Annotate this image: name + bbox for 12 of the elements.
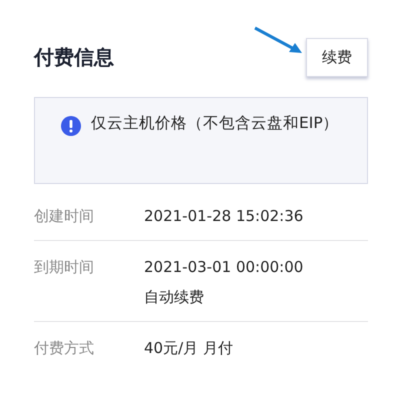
- info-icon: [61, 116, 81, 136]
- arrow-icon: [252, 25, 304, 55]
- field-label: 付费方式: [34, 338, 95, 358]
- field-value: 2021-01-28 15:02:36: [144, 206, 304, 226]
- field-label: 到期时间: [34, 257, 95, 278]
- field-value: 40元/月 月付: [144, 338, 233, 358]
- field-value: 自动续费: [144, 287, 205, 307]
- field-value: 2021-03-01 00:00:00: [144, 257, 304, 277]
- section-title: 付费信息: [34, 44, 114, 70]
- notice-text: 仅云主机价格（不包含云盘和EIP）: [91, 113, 339, 134]
- renew-button[interactable]: 续费: [306, 38, 368, 76]
- field-label: 创建时间: [34, 206, 95, 226]
